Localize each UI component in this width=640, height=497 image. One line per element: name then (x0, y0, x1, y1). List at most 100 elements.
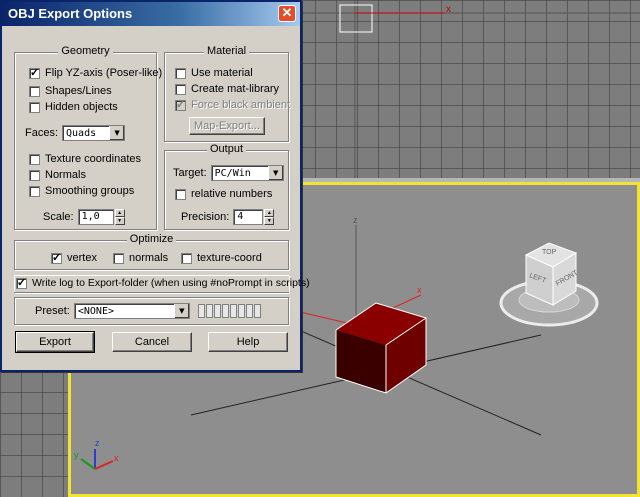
normals-label: Normals (45, 169, 86, 181)
spin-down-icon[interactable]: ▼ (114, 217, 125, 225)
flip-yz-label: Flip YZ-axis (Poser-like) (45, 67, 163, 79)
top-view-box-outline (339, 4, 373, 33)
write-log-check-icon (16, 276, 27, 289)
preset-slot-icon[interactable] (238, 304, 245, 318)
optimize-normals-check-icon (113, 252, 124, 264)
scale-label: Scale: (43, 211, 74, 223)
obj-export-options-dialog: OBJ Export Options ✕ Geometry Flip YZ-ax… (0, 0, 310, 372)
texture-coordinates-label: Texture coordinates (45, 153, 141, 165)
faces-dropdown[interactable]: Quads ▼ (62, 125, 126, 141)
use-material-checkbox[interactable]: Use material (175, 67, 253, 79)
viewcube-top-label: TOP (542, 249, 557, 256)
preset-slot-icon[interactable] (230, 304, 237, 318)
dialog-titlebar[interactable]: OBJ Export Options ✕ (2, 2, 300, 26)
dialog-title: OBJ Export Options (8, 6, 133, 21)
preset-toolbar[interactable] (198, 304, 261, 318)
material-title: Material (203, 45, 250, 57)
preset-slot-icon[interactable] (246, 304, 253, 318)
preset-slot-icon[interactable] (214, 304, 221, 318)
cancel-label: Cancel (134, 336, 170, 348)
chevron-down-icon[interactable]: ▼ (173, 304, 189, 318)
optimize-vertex-checkbox[interactable]: vertex (51, 251, 97, 264)
write-log-label: Write log to Export-folder (when using #… (32, 277, 310, 289)
help-button[interactable]: Help (208, 332, 288, 352)
texture-coordinates-check-icon (29, 153, 40, 165)
optimize-group: Optimize vertex normals texture-coord (14, 233, 289, 270)
tripod-y-label: y (74, 450, 79, 460)
map-export-button: Map-Export... (189, 117, 265, 135)
relative-numbers-checkbox[interactable]: relative numbers (175, 188, 272, 200)
flip-yz-checkbox[interactable]: Flip YZ-axis (Poser-like) (29, 66, 163, 79)
write-log-frame: Write log to Export-folder (when using #… (14, 275, 310, 293)
precision-row: Precision: 4 ▲ ▼ (181, 209, 275, 225)
optimize-normals-label: normals (129, 252, 169, 264)
preset-group: Preset: <NONE> ▼ (14, 297, 289, 325)
preset-row: Preset: <NONE> ▼ (35, 303, 190, 319)
force-black-ambient-check-icon (175, 98, 186, 111)
shapes-lines-check-icon (29, 85, 40, 97)
faces-row: Faces: Quads ▼ (25, 125, 126, 141)
map-export-label: Map-Export... (193, 120, 261, 132)
tripod-x-label: x (114, 453, 119, 463)
optimize-vertex-label: vertex (67, 252, 97, 264)
hidden-objects-label: Hidden objects (45, 101, 118, 113)
preset-dropdown[interactable]: <NONE> ▼ (73, 303, 190, 319)
flip-yz-check-icon (29, 66, 40, 79)
persp-axis-z-label: z (353, 215, 358, 225)
spin-down-icon[interactable]: ▼ (264, 217, 275, 225)
top-axis-x-label: x (446, 4, 451, 15)
create-mat-library-check-icon (175, 83, 186, 95)
use-material-label: Use material (191, 67, 253, 79)
target-row: Target: PC/Win ▼ (173, 165, 284, 181)
target-label: Target: (173, 167, 207, 179)
geometry-group: Geometry Flip YZ-axis (Poser-like) Shape… (14, 45, 162, 230)
scale-spinner[interactable]: 1,0 ▲ ▼ (77, 209, 125, 225)
preset-slot-icon[interactable] (254, 304, 261, 318)
optimize-texture-coord-check-icon (181, 252, 192, 264)
preset-slot-icon[interactable] (206, 304, 213, 318)
chevron-down-icon[interactable]: ▼ (109, 126, 125, 140)
target-dropdown[interactable]: PC/Win ▼ (210, 165, 284, 181)
texture-coordinates-checkbox[interactable]: Texture coordinates (29, 153, 141, 165)
preset-value: <NONE> (77, 305, 114, 317)
create-mat-library-checkbox[interactable]: Create mat-library (175, 83, 279, 95)
force-black-ambient-label: Force black ambient (191, 99, 291, 111)
close-icon: ✕ (281, 5, 293, 20)
spin-up-icon[interactable]: ▲ (264, 209, 275, 217)
optimize-texture-coord-checkbox[interactable]: texture-coord (181, 252, 262, 264)
write-log-checkbox[interactable]: Write log to Export-folder (when using #… (16, 276, 310, 289)
create-mat-library-label: Create mat-library (191, 83, 280, 95)
shapes-lines-label: Shapes/Lines (45, 85, 112, 97)
force-black-ambient-checkbox: Force black ambient (175, 98, 291, 111)
faces-label: Faces: (25, 127, 59, 139)
smoothing-groups-checkbox[interactable]: Smoothing groups (29, 185, 134, 197)
normals-check-icon (29, 169, 40, 181)
optimize-normals-checkbox[interactable]: normals (113, 252, 168, 264)
hidden-objects-checkbox[interactable]: Hidden objects (29, 101, 118, 113)
use-material-check-icon (175, 67, 186, 79)
material-group: Material Use material Create mat-library… (164, 45, 291, 142)
persp-axis-x-label: x (417, 285, 422, 295)
output-title: Output (206, 143, 247, 155)
export-label: Export (39, 336, 71, 348)
precision-spinner[interactable]: 4 ▲ ▼ (233, 209, 275, 225)
normals-checkbox[interactable]: Normals (29, 169, 86, 181)
cancel-button[interactable]: Cancel (112, 332, 192, 352)
optimize-title: Optimize (126, 233, 177, 245)
faces-value: Quads (66, 127, 97, 139)
relative-numbers-check-icon (175, 188, 186, 200)
relative-numbers-label: relative numbers (191, 188, 273, 200)
shapes-lines-checkbox[interactable]: Shapes/Lines (29, 85, 112, 97)
chevron-down-icon[interactable]: ▼ (267, 166, 283, 180)
help-label: Help (236, 336, 260, 348)
precision-input[interactable]: 4 (233, 209, 264, 225)
scale-input[interactable]: 1,0 (77, 209, 114, 225)
export-button[interactable]: Export (15, 331, 95, 353)
smoothing-groups-check-icon (29, 185, 40, 197)
preset-slot-icon[interactable] (222, 304, 229, 318)
preset-slot-icon[interactable] (198, 304, 205, 318)
spin-up-icon[interactable]: ▲ (114, 209, 125, 217)
close-button[interactable]: ✕ (278, 5, 296, 22)
target-value: PC/Win (214, 167, 251, 179)
optimize-texture-coord-label: texture-coord (197, 252, 262, 264)
